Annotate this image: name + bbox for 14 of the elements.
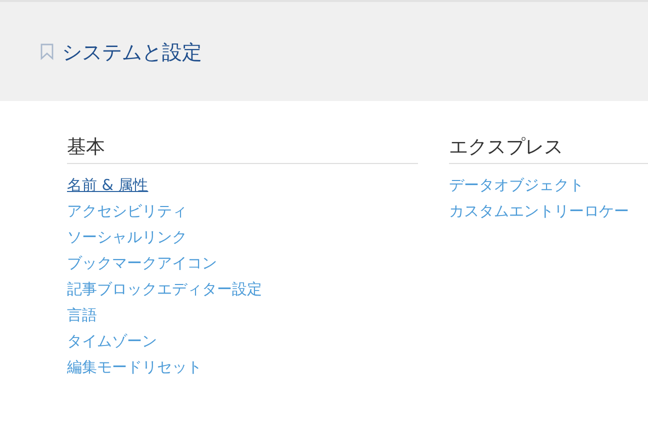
section-heading: 基本 (67, 133, 418, 164)
settings-link[interactable]: アクセシビリティ (67, 198, 187, 224)
section-heading: エクスプレス (449, 133, 648, 164)
settings-link[interactable]: 言語 (67, 302, 97, 328)
settings-link[interactable]: カスタムエントリーロケー (449, 198, 629, 224)
settings-link[interactable]: ブックマークアイコン (67, 250, 217, 276)
settings-link[interactable]: データオブジェクト (449, 172, 584, 198)
settings-link[interactable]: 名前 & 属性 (67, 172, 148, 198)
settings-link[interactable]: 編集モードリセット (67, 354, 202, 380)
settings-link[interactable]: ソーシャルリンク (67, 224, 187, 250)
settings-link[interactable]: タイムゾーン (67, 328, 157, 354)
settings-link[interactable]: 記事ブロックエディター設定 (67, 276, 262, 302)
page-title: システムと設定 (62, 40, 202, 64)
bookmark-icon[interactable] (40, 43, 54, 60)
